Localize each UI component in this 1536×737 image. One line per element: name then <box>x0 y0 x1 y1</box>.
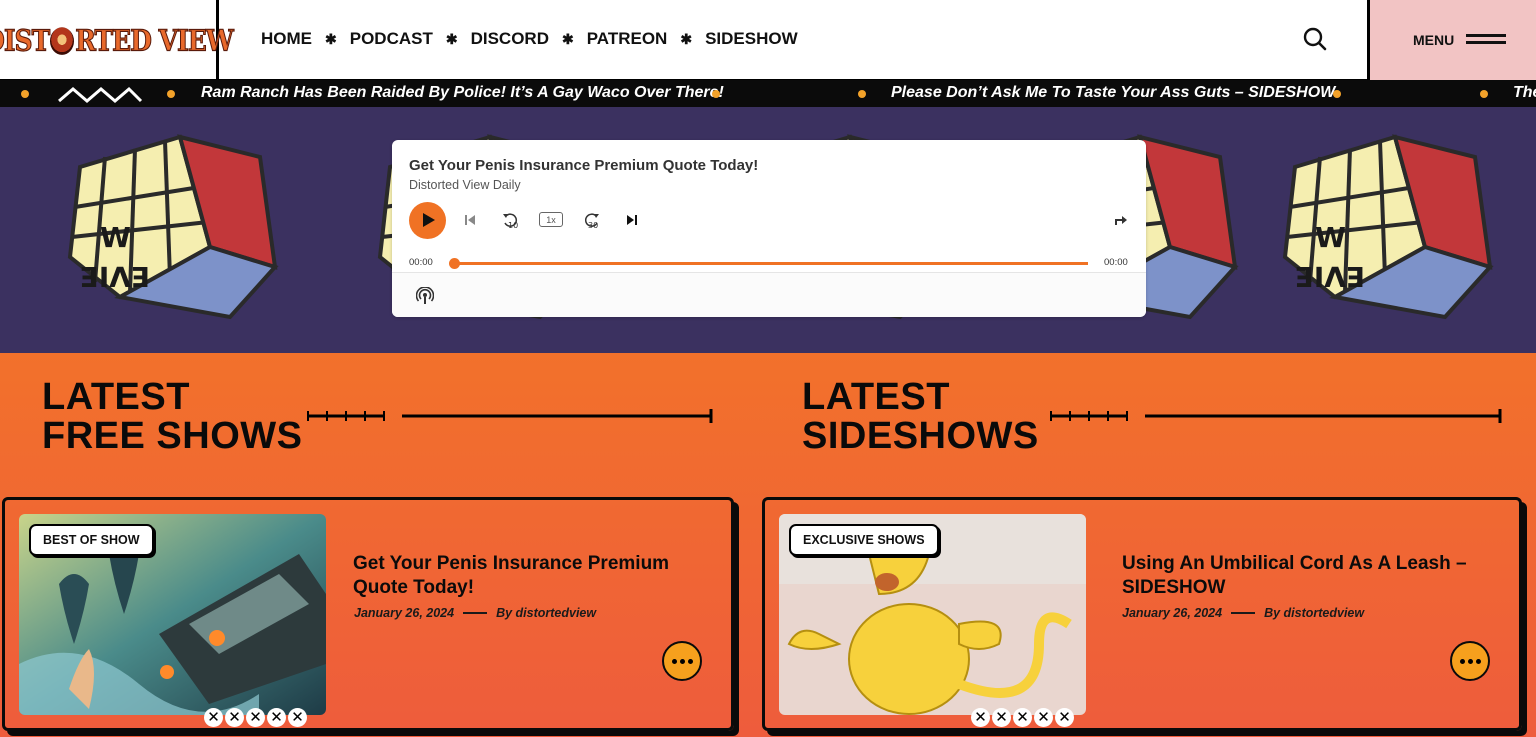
section-divider <box>307 409 713 423</box>
search-icon[interactable] <box>1300 24 1330 54</box>
ticker-headline[interactable]: Please Don’t Ask Me To Taste Your Ass Gu… <box>891 84 1335 102</box>
nav-separator-icon: ✱ <box>680 30 693 47</box>
svg-text:10: 10 <box>508 221 518 230</box>
site-header: DISTRTED VIEW HOME ✱ PODCAST ✱ DISCORD ✱… <box>0 0 1536 80</box>
ticker-headline[interactable]: Ram Ranch Has Been Raided By Police! It’… <box>201 84 724 102</box>
skip-back-icon[interactable] <box>459 210 481 230</box>
player-footer <box>392 272 1146 317</box>
current-time: 00:00 <box>409 257 433 268</box>
svg-text:30: 30 <box>588 221 598 230</box>
zigzag-icon <box>58 86 143 103</box>
ticker-dot <box>167 90 175 98</box>
category-badge[interactable]: BEST OF SHOW <box>29 524 154 556</box>
ticker-dot <box>1333 90 1341 98</box>
more-options-button[interactable] <box>1450 641 1490 681</box>
show-name: Distorted View Daily <box>409 178 521 192</box>
latest-section: LATEST FREE SHOWS LATEST SIDESHOWS BEST … <box>0 353 1536 737</box>
meta-divider <box>463 612 488 614</box>
news-ticker: Ram Ranch Has Been Raided By Police! It’… <box>0 80 1536 107</box>
progress-handle[interactable] <box>449 258 460 269</box>
podcast-player: Get Your Penis Insurance Premium Quote T… <box>392 140 1146 317</box>
ticker-dot <box>21 90 29 98</box>
menu-button[interactable]: MENU <box>1367 0 1536 80</box>
ticker-dot <box>712 90 720 98</box>
share-icon[interactable] <box>1110 210 1132 230</box>
post-date: January 26, 2024 <box>354 606 455 620</box>
nav-podcast[interactable]: PODCAST <box>350 29 433 49</box>
x-icon: ✕ <box>288 708 307 727</box>
nav-patreon[interactable]: PATREON <box>587 29 668 49</box>
post-date: January 26, 2024 <box>1122 606 1223 620</box>
rating-icons: ✕ ✕ ✕ ✕ ✕ <box>971 708 1074 727</box>
x-icon: ✕ <box>992 708 1011 727</box>
rating-icons: ✕ ✕ ✕ ✕ ✕ <box>204 708 307 727</box>
x-icon: ✕ <box>267 708 286 727</box>
card-meta: January 26, 2024 By distortedview <box>354 606 596 620</box>
podcast-subscribe-icon[interactable] <box>414 286 436 306</box>
nav-sideshow[interactable]: SIDESHOW <box>705 29 798 49</box>
logo-wordmark: DISTRTED VIEW <box>0 23 234 57</box>
episode-title[interactable]: Get Your Penis Insurance Premium Quote T… <box>409 157 758 174</box>
skip-forward-icon[interactable] <box>621 210 643 230</box>
x-icon: ✕ <box>246 708 265 727</box>
section-title-sideshows: LATEST SIDESHOWS <box>802 376 1039 457</box>
menu-label: MENU <box>1413 32 1455 48</box>
duration: 00:00 <box>1104 257 1128 268</box>
x-icon: ✕ <box>225 708 244 727</box>
ticker-dot <box>858 90 866 98</box>
x-icon: ✕ <box>204 708 223 727</box>
nav-separator-icon: ✱ <box>325 30 337 47</box>
x-icon: ✕ <box>1013 708 1032 727</box>
rewind-icon[interactable]: 10 <box>499 210 521 230</box>
hamburger-icon <box>1466 34 1507 46</box>
nav-discord[interactable]: DISCORD <box>471 29 549 49</box>
section-divider <box>1050 409 1502 423</box>
nav-separator-icon: ✱ <box>445 30 458 47</box>
nav-separator-icon: ✱ <box>562 30 574 47</box>
post-author[interactable]: By distortedview <box>496 606 596 620</box>
site-logo[interactable]: DISTRTED VIEW <box>0 0 234 80</box>
meta-divider <box>1231 612 1256 614</box>
main-nav: HOME ✱ PODCAST ✱ DISCORD ✱ PATREON ✱ SID… <box>261 0 798 78</box>
card-meta: January 26, 2024 By distortedview <box>1122 606 1364 620</box>
show-card[interactable]: EXCLUSIVE SHOWS Using An Umbilical Cord … <box>762 497 1522 731</box>
playback-speed-button[interactable]: 1x <box>539 212 563 227</box>
category-badge[interactable]: EXCLUSIVE SHOWS <box>789 524 939 556</box>
forward-icon[interactable]: 30 <box>581 210 603 230</box>
x-icon: ✕ <box>1055 708 1074 727</box>
more-options-button[interactable] <box>662 641 702 681</box>
ticker-dot <box>1480 90 1488 98</box>
play-button[interactable] <box>409 202 446 239</box>
show-card[interactable]: BEST OF SHOW Get Your Penis Insurance Pr… <box>2 497 734 731</box>
card-title[interactable]: Get Your Penis Insurance Premium Quote T… <box>353 552 683 600</box>
nav-home[interactable]: HOME <box>261 29 312 49</box>
x-icon: ✕ <box>971 708 990 727</box>
post-author[interactable]: By distortedview <box>1264 606 1364 620</box>
card-title[interactable]: Using An Umbilical Cord As A Leash – SID… <box>1122 552 1482 600</box>
section-title-free-shows: LATEST FREE SHOWS <box>42 376 303 457</box>
progress-bar[interactable] <box>454 262 1088 265</box>
x-icon: ✕ <box>1034 708 1053 727</box>
ticker-headline[interactable]: The <box>1513 84 1536 102</box>
hero-banner: W EVIE Get Your Penis Insurance Premium … <box>0 107 1536 353</box>
